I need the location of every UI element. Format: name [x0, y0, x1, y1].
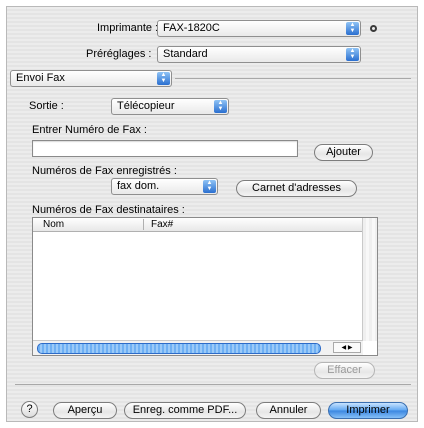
- preview-button[interactable]: Aperçu: [53, 402, 117, 419]
- presets-label: Préréglages :: [86, 48, 152, 60]
- printer-popup[interactable]: FAX-1820C ▲ ▼: [157, 20, 361, 37]
- printer-label: Imprimante :: [97, 22, 159, 34]
- scroll-thumb[interactable]: [37, 343, 321, 354]
- saved-numbers-popup[interactable]: fax dom. ▲ ▼: [111, 178, 218, 195]
- recipients-label: Numéros de Fax destinataires :: [32, 204, 185, 216]
- popup-arrows-icon: ▲ ▼: [203, 180, 216, 193]
- print-button[interactable]: Imprimer: [328, 402, 408, 419]
- save-pdf-button[interactable]: Enreg. comme PDF...: [124, 402, 246, 419]
- help-button[interactable]: ?: [21, 401, 38, 418]
- popup-arrows-icon: ▲ ▼: [157, 72, 170, 85]
- popup-arrows-icon: ▲ ▼: [346, 22, 359, 35]
- popup-arrows-icon: ▲ ▼: [346, 48, 359, 61]
- recipients-table-header: Nom Fax#: [33, 218, 363, 232]
- output-label: Sortie :: [29, 100, 64, 112]
- section-popup[interactable]: Envoi Fax ▲ ▼: [10, 70, 172, 87]
- saved-numbers-value: fax dom.: [117, 180, 160, 192]
- horizontal-scrollbar[interactable]: ◀ ▶: [33, 340, 363, 355]
- delete-button[interactable]: Effacer: [314, 362, 375, 379]
- presets-popup[interactable]: Standard ▲ ▼: [157, 46, 361, 63]
- output-value: Télécopieur: [117, 100, 175, 112]
- popup-arrows-icon: ▲ ▼: [214, 100, 227, 113]
- section-separator: [175, 78, 411, 79]
- print-dialog: Imprimante : FAX-1820C ▲ ▼ Préréglages : …: [6, 6, 418, 422]
- add-button[interactable]: Ajouter: [314, 144, 373, 161]
- column-header-fax[interactable]: Fax#: [151, 218, 173, 231]
- column-divider: [143, 219, 144, 230]
- footer-separator: [15, 384, 411, 385]
- vertical-scrollbar[interactable]: [362, 218, 377, 341]
- column-header-name[interactable]: Nom: [43, 218, 64, 231]
- fax-number-input[interactable]: [32, 140, 298, 157]
- section-value: Envoi Fax: [16, 72, 65, 84]
- address-book-button[interactable]: Carnet d'adresses: [236, 180, 357, 197]
- scroll-arrows-icon[interactable]: ◀ ▶: [333, 342, 361, 353]
- presets-value: Standard: [163, 48, 208, 60]
- output-popup[interactable]: Télécopieur ▲ ▼: [111, 98, 229, 115]
- recipients-table[interactable]: Nom Fax# ◀ ▶: [32, 217, 378, 356]
- printer-status-icon: [370, 25, 377, 32]
- saved-numbers-label: Numéros de Fax enregistrés :: [32, 165, 177, 177]
- fax-entry-label: Entrer Numéro de Fax :: [32, 124, 147, 136]
- cancel-button[interactable]: Annuler: [256, 402, 321, 419]
- printer-value: FAX-1820C: [163, 22, 220, 34]
